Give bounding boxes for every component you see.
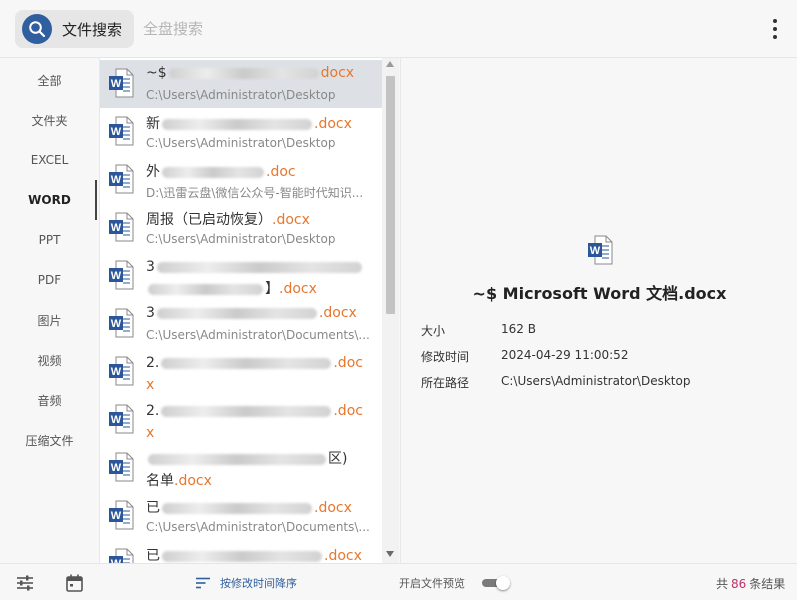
svg-text:W: W bbox=[111, 462, 122, 474]
file-row[interactable]: W 区) 名单.docx bbox=[100, 444, 383, 492]
svg-text:W: W bbox=[111, 270, 122, 282]
file-search-mode-button[interactable]: 文件搜索 bbox=[15, 10, 134, 48]
file-row[interactable]: W 周报（已启动恢复）.docx C:\Users\Administrator\… bbox=[100, 204, 383, 252]
word-file-icon: W bbox=[109, 548, 134, 563]
file-path: C:\Users\Administrator\Desktop bbox=[146, 232, 336, 246]
file-row[interactable]: W 2. .doc x bbox=[100, 348, 383, 396]
list-scrollbar[interactable] bbox=[382, 58, 399, 563]
location-value: C:\Users\Administrator\Desktop bbox=[501, 374, 691, 388]
top-bar: 文件搜索 bbox=[0, 0, 797, 58]
file-name: 3 .docx bbox=[146, 305, 357, 321]
category-ppt[interactable]: PPT bbox=[0, 220, 99, 260]
category-archive[interactable]: 压缩文件 bbox=[0, 420, 99, 460]
modified-time-label: 修改时间 bbox=[421, 350, 470, 364]
sliders-icon[interactable] bbox=[16, 574, 34, 592]
svg-text:W: W bbox=[111, 126, 122, 138]
svg-text:W: W bbox=[111, 174, 122, 186]
word-file-icon: W bbox=[109, 212, 134, 242]
word-file-icon: W bbox=[109, 308, 134, 338]
vertical-ellipsis-icon[interactable] bbox=[765, 15, 785, 43]
file-name: 2. .doc x bbox=[146, 403, 363, 441]
file-row[interactable]: W 已.docx bbox=[100, 540, 383, 563]
word-file-icon: W bbox=[109, 164, 134, 194]
size-value: 162 B bbox=[501, 322, 536, 336]
file-path: C:\Users\Administrator\Desktop bbox=[146, 136, 336, 150]
magnifier-icon bbox=[22, 14, 52, 44]
svg-text:W: W bbox=[111, 222, 122, 234]
file-row[interactable]: W 3 】.docx bbox=[100, 252, 383, 300]
word-file-icon: W bbox=[588, 235, 613, 265]
file-row[interactable]: W ~$ docx C:\Users\Administrator\Desktop bbox=[100, 60, 383, 108]
file-name: 周报（已启动恢复）.docx bbox=[146, 212, 310, 228]
svg-text:W: W bbox=[111, 318, 122, 330]
scroll-down-arrow-icon[interactable] bbox=[386, 551, 394, 557]
category-video[interactable]: 视频 bbox=[0, 340, 99, 380]
file-name: 3 】.docx bbox=[146, 256, 374, 300]
word-file-icon: W bbox=[109, 68, 134, 98]
file-row[interactable]: W 新 .docx C:\Users\Administrator\Desktop bbox=[100, 108, 383, 156]
file-name: 新 .docx bbox=[146, 116, 352, 132]
file-row[interactable]: W 2. .doc x bbox=[100, 396, 383, 444]
word-file-icon: W bbox=[109, 260, 134, 290]
modified-time-value: 2024-04-29 11:00:52 bbox=[501, 348, 629, 362]
preview-file-title: ~$ Microsoft Word 文档.docx bbox=[472, 284, 727, 303]
category-excel[interactable]: EXCEL bbox=[0, 140, 99, 180]
category-folder[interactable]: 文件夹 bbox=[0, 100, 99, 140]
word-file-icon: W bbox=[109, 452, 134, 482]
file-name: ~$ docx bbox=[146, 65, 355, 81]
svg-text:W: W bbox=[111, 414, 122, 426]
sort-descending-icon bbox=[196, 577, 210, 589]
file-name: 外 .doc bbox=[146, 164, 296, 180]
file-path: C:\Users\Administrator\Desktop bbox=[146, 88, 336, 102]
file-row[interactable]: W 已 .docx C:\Users\Administrator\Document… bbox=[100, 492, 383, 540]
file-name: 已 .docx bbox=[146, 500, 352, 516]
file-preview-toggle[interactable] bbox=[482, 576, 510, 590]
category-all[interactable]: 全部 bbox=[0, 60, 99, 100]
file-name: 已 .docx bbox=[146, 548, 362, 563]
file-row[interactable]: W 外 .doc D:\迅雷云盘\微信公众号-智能时代知识... bbox=[100, 156, 383, 204]
size-label: 大小 bbox=[421, 324, 446, 338]
active-category-indicator bbox=[95, 180, 97, 220]
file-name: 区) 名单.docx bbox=[146, 451, 348, 489]
category-word[interactable]: WORD bbox=[0, 180, 99, 220]
scroll-up-arrow-icon[interactable] bbox=[386, 61, 394, 67]
sort-by-modified-desc-button[interactable]: 按修改时间降序 bbox=[196, 574, 297, 592]
svg-text:W: W bbox=[111, 366, 122, 378]
file-list: W ~$ docx C:\Users\Administrator\Desktop … bbox=[99, 58, 399, 563]
word-file-icon: W bbox=[109, 356, 134, 386]
sort-label: 按修改时间降序 bbox=[220, 577, 297, 590]
file-name: 2. .doc x bbox=[146, 355, 363, 393]
category-image[interactable]: 图片 bbox=[0, 300, 99, 340]
scroll-thumb[interactable] bbox=[386, 76, 395, 314]
word-file-icon: W bbox=[109, 500, 134, 530]
file-preview-toggle-label: 开启文件预览 bbox=[399, 577, 465, 590]
word-file-icon: W bbox=[109, 116, 134, 146]
result-count: 共 86 条结果 bbox=[716, 577, 786, 591]
preview-panel: W ~$ Microsoft Word 文档.docx 大小 162 B 修改时… bbox=[400, 58, 797, 563]
file-path: C:\Users\Administrator\Documents\... bbox=[146, 328, 370, 342]
category-sidebar: 全部 文件夹 EXCEL WORD PPT PDF 图片 视频 音频 压缩文件 bbox=[0, 58, 99, 563]
svg-text:W: W bbox=[111, 510, 122, 522]
calendar-icon[interactable] bbox=[66, 574, 83, 592]
file-path: C:\Users\Administrator\Documents\... bbox=[146, 520, 370, 534]
location-label: 所在路径 bbox=[421, 376, 470, 390]
category-audio[interactable]: 音频 bbox=[0, 380, 99, 420]
word-file-icon: W bbox=[109, 404, 134, 434]
file-row[interactable]: W 3 .docx C:\Users\Administrator\Document… bbox=[100, 300, 383, 348]
category-pdf[interactable]: PDF bbox=[0, 260, 99, 300]
bottom-bar: 按修改时间降序 开启文件预览 共 86 条结果 bbox=[0, 563, 797, 600]
svg-text:W: W bbox=[111, 78, 122, 90]
search-input[interactable] bbox=[143, 14, 703, 44]
search-mode-label: 文件搜索 bbox=[62, 20, 123, 39]
file-path: D:\迅雷云盘\微信公众号-智能时代知识... bbox=[146, 186, 364, 200]
svg-text:W: W bbox=[590, 245, 601, 257]
